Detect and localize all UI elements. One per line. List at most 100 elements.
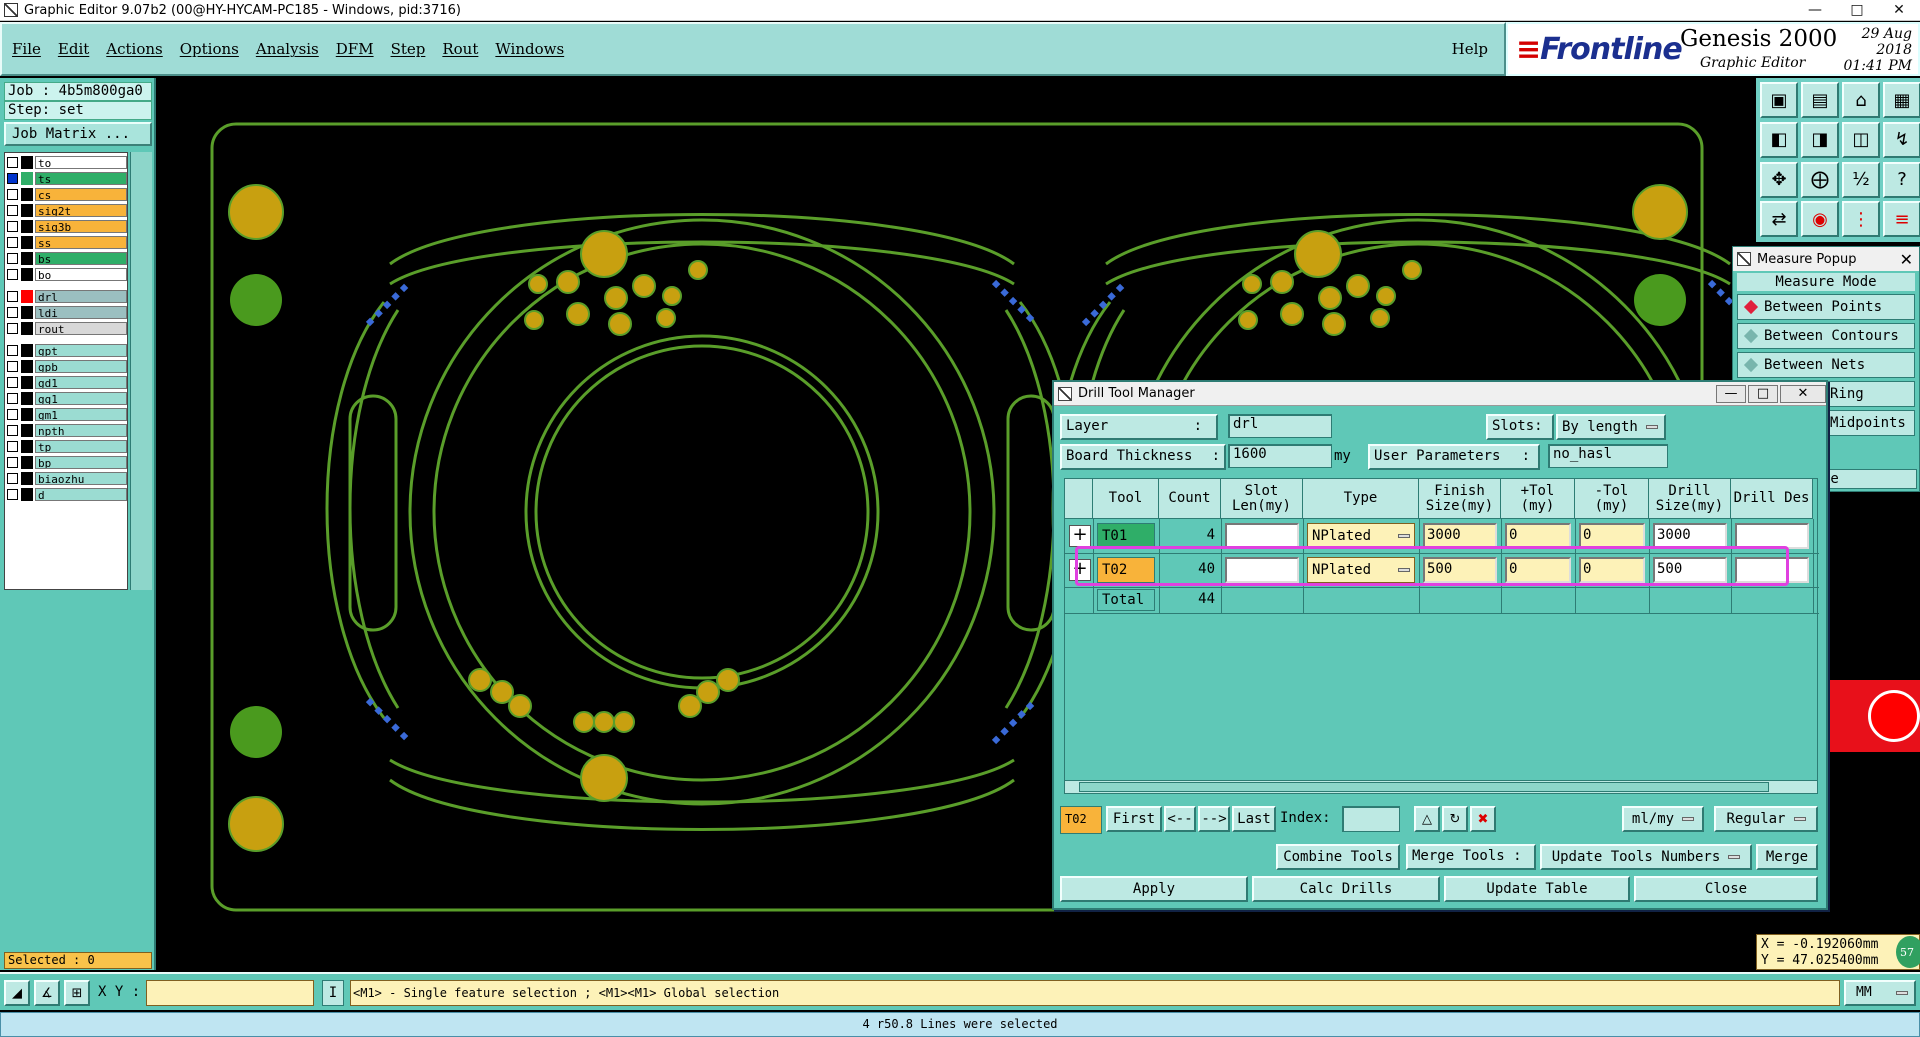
type-select[interactable]: NPlated	[1307, 557, 1415, 583]
layer-row-gpb[interactable]: gpb	[7, 359, 127, 374]
last-button[interactable]: Last	[1232, 806, 1276, 832]
panel-right-icon[interactable]: ◨	[1801, 121, 1839, 158]
minimize-icon[interactable]: —	[1794, 0, 1836, 20]
draw-tool-icon[interactable]: ∡	[34, 980, 60, 1006]
layer-row-drl[interactable]: drl	[7, 289, 127, 304]
layers-icon[interactable]: ≡	[1883, 201, 1920, 238]
fit-all-icon[interactable]: ✥	[1760, 161, 1798, 198]
units-select[interactable]: ml/my	[1622, 806, 1704, 832]
measure-between-nets[interactable]: Between Nets	[1737, 352, 1915, 378]
layer-checkbox[interactable]	[7, 237, 18, 248]
layer-row-gd1[interactable]: gd1	[7, 375, 127, 390]
layer-row-ts[interactable]: ts	[7, 171, 127, 186]
layer-row-bp[interactable]: bp	[7, 455, 127, 470]
panel-left-icon[interactable]: ◧	[1760, 121, 1798, 158]
layer-row-bo[interactable]: bo	[7, 267, 127, 282]
mode-select[interactable]: Regular	[1714, 806, 1818, 832]
layer-field[interactable]: drl	[1228, 414, 1332, 438]
close-button[interactable]: Close	[1634, 876, 1818, 902]
layer-checkbox[interactable]	[7, 157, 18, 168]
layer-checkbox[interactable]	[7, 307, 18, 318]
layer-checkbox[interactable]	[7, 473, 18, 484]
menu-rout[interactable]: Rout	[442, 40, 478, 58]
plus-tol-input[interactable]: 0	[1505, 523, 1571, 549]
measure-between-points[interactable]: Between Points	[1737, 294, 1915, 320]
layer-checkbox[interactable]	[7, 489, 18, 500]
menu-options[interactable]: Options	[180, 40, 239, 58]
first-button[interactable]: First	[1106, 806, 1162, 832]
layer-checkbox[interactable]	[7, 393, 18, 404]
layer-list-scrollbar[interactable]	[130, 152, 152, 590]
prev-button[interactable]: <--	[1164, 806, 1196, 832]
finish-size-input[interactable]: 3000	[1423, 523, 1497, 549]
maximize-icon[interactable]: □	[1836, 0, 1878, 20]
minus-tol-input[interactable]: 0	[1579, 523, 1645, 549]
drill-size-input[interactable]: 500	[1653, 557, 1727, 583]
select-tool-icon[interactable]: ◢	[4, 980, 30, 1006]
layer-row-gg1[interactable]: gg1	[7, 391, 127, 406]
expand-icon[interactable]: +	[1069, 559, 1091, 581]
tool-cell[interactable]: T02	[1097, 557, 1155, 583]
update-tools-numbers-select[interactable]: Update Tools Numbers	[1540, 844, 1752, 870]
panel-up-icon[interactable]: ▣	[1760, 82, 1798, 118]
layer-row-rout[interactable]: rout	[7, 321, 127, 336]
slot-len-input[interactable]	[1225, 523, 1299, 549]
scale-icon[interactable]: ½	[1842, 161, 1880, 198]
menu-analysis[interactable]: Analysis	[256, 40, 319, 58]
job-matrix-button[interactable]: Job Matrix ...	[4, 122, 152, 146]
layer-checkbox[interactable]	[7, 425, 18, 436]
plus-tol-input[interactable]: 0	[1505, 557, 1571, 583]
menu-dfm[interactable]: DFM	[336, 40, 374, 58]
zigzag-icon[interactable]: ↯	[1883, 121, 1920, 158]
home-icon[interactable]: ⌂	[1842, 82, 1880, 118]
layer-row-sig3b[interactable]: sig3b	[7, 219, 127, 234]
drill-des-input[interactable]	[1735, 523, 1809, 549]
layer-checkbox[interactable]	[7, 457, 18, 468]
layer-row-d[interactable]: d	[7, 487, 127, 502]
layer-row-ldi[interactable]: ldi	[7, 305, 127, 320]
menu-file[interactable]: File	[12, 40, 41, 58]
panel-split-icon[interactable]: ◫	[1842, 121, 1880, 158]
layer-checkbox[interactable]	[7, 345, 18, 356]
xy-input[interactable]	[146, 980, 314, 1006]
layer-row-tp[interactable]: tp	[7, 439, 127, 454]
layer-checkbox[interactable]	[7, 377, 18, 388]
menu-help[interactable]: Help	[1452, 40, 1488, 58]
layer-checkbox[interactable]	[7, 173, 18, 184]
snap-icon[interactable]: ◉	[1801, 201, 1839, 238]
layer-checkbox[interactable]	[7, 269, 18, 280]
close-icon[interactable]: ✕	[1900, 250, 1913, 269]
layer-row-biaozhu[interactable]: biaozhu	[7, 471, 127, 486]
lock-icon[interactable]: △	[1414, 806, 1440, 832]
layer-checkbox[interactable]	[7, 441, 18, 452]
update-table-button[interactable]: Update Table	[1444, 876, 1630, 902]
refresh-icon[interactable]: ↻	[1442, 806, 1468, 832]
layer-row-to[interactable]: to	[7, 155, 127, 170]
minimize-icon[interactable]: —	[1716, 384, 1746, 403]
layer-row-gpt[interactable]: gpt	[7, 343, 127, 358]
menu-step[interactable]: Step	[391, 40, 426, 58]
layer-checkbox[interactable]	[7, 205, 18, 216]
layer-row-npth[interactable]: npth	[7, 423, 127, 438]
user-parameters-field[interactable]: no_hasl	[1548, 444, 1668, 468]
close-icon[interactable]: ✕	[1780, 384, 1826, 403]
slots-select[interactable]: By length	[1556, 414, 1666, 440]
grid-tool-icon[interactable]: ⊞	[64, 980, 90, 1006]
drill-des-input[interactable]	[1735, 557, 1809, 583]
layer-checkbox[interactable]	[7, 361, 18, 372]
layer-checkbox[interactable]	[7, 323, 18, 334]
layer-checkbox[interactable]	[7, 221, 18, 232]
layer-row-cs[interactable]: cs	[7, 187, 127, 202]
help-icon[interactable]: ?	[1883, 161, 1920, 198]
zoom-icon[interactable]: ⨁	[1801, 161, 1839, 198]
layer-checkbox[interactable]	[7, 291, 18, 302]
units-select[interactable]: MM	[1844, 980, 1916, 1006]
calc-drills-button[interactable]: Calc Drills	[1252, 876, 1440, 902]
grid-icon[interactable]: ⋮	[1842, 201, 1880, 238]
maximize-icon[interactable]: □	[1748, 384, 1778, 403]
drill-size-input[interactable]: 3000	[1653, 523, 1727, 549]
measure-close-button[interactable]: se	[1817, 469, 1917, 489]
layer-checkbox[interactable]	[7, 189, 18, 200]
window-icon[interactable]: ▦	[1883, 82, 1920, 118]
layer-checkbox[interactable]	[7, 253, 18, 264]
